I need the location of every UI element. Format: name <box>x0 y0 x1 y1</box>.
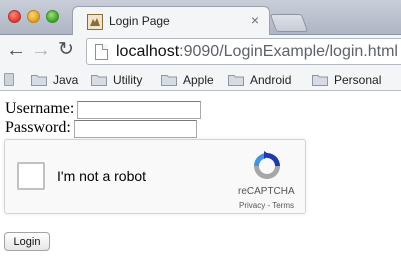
window-titlebar: Login Page × <box>0 0 401 36</box>
bookmark-label: Personal <box>334 73 382 87</box>
url-path: :9090/LoginExample/login.html <box>179 43 398 60</box>
maximize-window-button[interactable] <box>46 10 59 23</box>
url-text[interactable]: localhost:9090/LoginExample/login.html <box>116 43 398 61</box>
url-host: localhost <box>116 43 180 60</box>
password-input[interactable] <box>74 120 197 138</box>
recaptcha-brand: reCAPTCHA <box>238 186 295 197</box>
browser-toolbar: ← → ↻ localhost:9090/LoginExample/login.… <box>0 35 401 68</box>
bookmark-android[interactable]: Android <box>228 71 291 89</box>
bookmark-label: Utility <box>113 73 143 87</box>
bookmark-java[interactable]: Java <box>31 71 78 89</box>
forward-arrow-icon[interactable]: → <box>31 40 51 60</box>
minimize-window-button[interactable] <box>27 10 40 23</box>
tab-title: Login Page <box>109 14 170 28</box>
password-row: Password: <box>5 119 71 137</box>
folder-icon <box>312 74 328 86</box>
bookmark-label: Android <box>250 73 292 87</box>
reload-icon[interactable]: ↻ <box>58 40 74 60</box>
bookmark-utility[interactable]: Utility <box>91 71 142 89</box>
privacy-link[interactable]: Privacy <box>239 201 265 210</box>
back-arrow-icon[interactable]: ← <box>6 40 26 60</box>
recaptcha-links: Privacy - Terms <box>239 201 294 210</box>
recaptcha-logo-icon <box>251 150 283 182</box>
page-content: Username: Password: I'm not a robot reCA… <box>0 92 401 277</box>
close-window-button[interactable] <box>8 10 21 23</box>
username-input[interactable] <box>77 101 201 119</box>
bookmarks-bar: Java Utility Apple Android Personal <box>0 68 401 91</box>
recaptcha-widget: I'm not a robot reCAPTCHA Privacy - Term… <box>4 139 306 214</box>
bookmark-label: Java <box>53 73 79 87</box>
password-label: Password: <box>5 119 71 136</box>
folder-icon <box>228 74 244 86</box>
terms-link[interactable]: Terms <box>272 201 294 210</box>
bookmark-apple[interactable]: Apple <box>161 71 214 89</box>
login-button[interactable]: Login <box>4 232 50 251</box>
page-icon <box>95 44 108 60</box>
username-label: Username: <box>5 100 75 117</box>
folder-icon <box>91 74 107 86</box>
recaptcha-checkbox[interactable] <box>17 162 45 190</box>
recaptcha-label: I'm not a robot <box>57 168 147 184</box>
bookmark-label: Apple <box>183 73 214 87</box>
tab-close-icon[interactable]: × <box>251 12 259 28</box>
folder-icon <box>161 74 177 86</box>
tomcat-favicon-icon <box>87 14 103 30</box>
username-row: Username: <box>5 100 74 118</box>
new-tab-button[interactable] <box>269 14 309 32</box>
folder-icon <box>31 74 47 86</box>
bookmark-personal[interactable]: Personal <box>312 71 381 89</box>
address-bar[interactable]: localhost:9090/LoginExample/login.html <box>86 38 401 65</box>
browser-tab[interactable]: Login Page × <box>72 6 270 36</box>
apps-icon[interactable] <box>4 73 14 86</box>
